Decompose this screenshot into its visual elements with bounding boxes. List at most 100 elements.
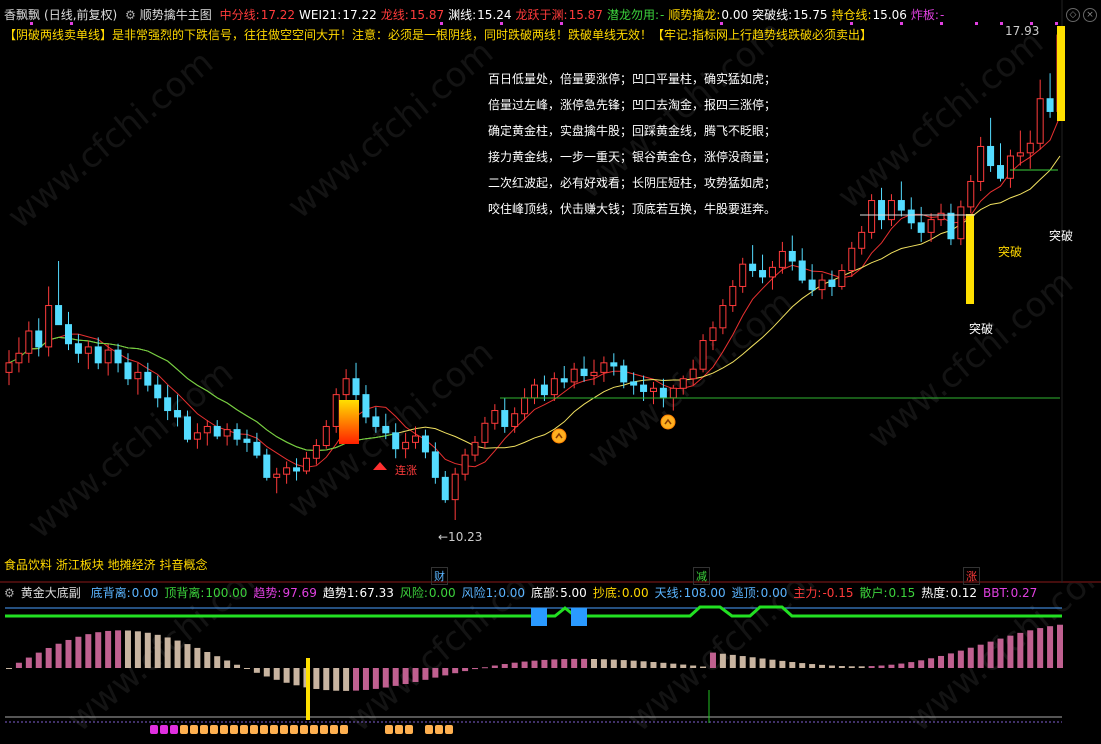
breakout-label-1: 突破	[969, 322, 994, 336]
buy-signal-icon	[551, 428, 567, 444]
settings-icon[interactable]: ⚙	[125, 8, 136, 22]
sub-bar	[164, 637, 171, 668]
sub-bar	[799, 663, 806, 668]
main-kline-chart[interactable]: www.cfchi.com www.cfchi.com www.cfchi.com w…	[0, 0, 1101, 583]
rise-marker[interactable]: 涨	[963, 567, 980, 585]
buy-signal-icon	[660, 414, 676, 430]
sub-bar	[293, 668, 300, 686]
sub-bar	[1037, 628, 1044, 668]
finance-marker[interactable]: 财	[431, 567, 448, 585]
candle	[322, 420, 330, 449]
sub-item-label: 趋势:	[253, 586, 282, 600]
sub-bar	[521, 661, 528, 668]
header-indicator-values: 中分线:17.22 WEI21:17.22 龙线:15.87 渊线:15.24 龙跃于渊…	[220, 8, 949, 22]
candle	[193, 423, 201, 449]
candle	[263, 448, 271, 481]
sub-bar	[987, 641, 994, 668]
candle	[818, 273, 826, 300]
candle	[858, 226, 866, 255]
close-icon[interactable]: ×	[1083, 8, 1097, 22]
low-price-label: ←10.23	[438, 530, 483, 544]
sub-bar	[481, 667, 488, 669]
bottom-hand-icon	[330, 725, 338, 734]
sub-item-value: 0.00	[428, 586, 456, 600]
concept-tags[interactable]: 食品饮料 浙江板块 地摊经济 抖音概念	[4, 556, 207, 573]
sub-bar	[719, 653, 726, 668]
breakout-bar	[966, 214, 974, 304]
stock-name[interactable]: 香飘飘	[4, 8, 40, 22]
candle	[917, 206, 925, 242]
sub-bar	[828, 665, 835, 668]
header-item-value: 17.22	[260, 8, 296, 22]
sub-bar	[789, 662, 796, 668]
candle	[957, 200, 965, 246]
candle	[977, 136, 985, 191]
candle	[362, 385, 370, 424]
candle	[699, 334, 707, 373]
sub-indicator-name[interactable]: 黄金大底副	[21, 586, 81, 600]
sub-item: 趋势:97.69	[253, 586, 316, 600]
signal-label: 连涨	[395, 464, 417, 477]
sub-bar	[273, 668, 280, 680]
candle	[421, 429, 429, 459]
candle	[312, 439, 320, 465]
candle	[35, 318, 43, 357]
sub-bar	[888, 664, 895, 668]
header-item-value: -	[659, 8, 665, 22]
sub-bar	[947, 653, 954, 668]
bottom-hand-icon	[395, 725, 403, 734]
period-label[interactable]: (日线,前复权)	[44, 8, 117, 22]
signal-dot	[940, 22, 943, 25]
sub-item-value: 100.00	[205, 586, 248, 600]
header-item-label: WEI21:	[299, 8, 342, 22]
sub-bar	[739, 656, 746, 668]
header-item-value: 15.87	[568, 8, 603, 22]
sub-item: 热度:0.12	[921, 586, 977, 600]
sub-bar	[353, 668, 360, 691]
sub-bar	[590, 658, 597, 668]
sub-item-label: 顶背离:	[164, 586, 205, 600]
window-ctrl-icon[interactable]: ◇	[1066, 8, 1080, 22]
sub-bar	[45, 647, 52, 668]
sub-item-label: 天线:	[654, 586, 683, 600]
sub-bar	[967, 647, 974, 668]
candle	[749, 245, 757, 277]
settings-icon[interactable]: ⚙	[4, 586, 15, 600]
candle	[45, 286, 53, 357]
candle	[55, 261, 63, 326]
candle	[203, 420, 211, 446]
bottom-hand-icon	[150, 725, 158, 734]
candle	[967, 175, 975, 214]
sub-bar	[957, 650, 964, 668]
candle	[352, 362, 360, 401]
bottom-hand-icon	[310, 725, 318, 734]
bottom-hand-icon	[405, 725, 413, 734]
sub-bar	[640, 661, 647, 668]
signal-dot	[850, 22, 853, 25]
header-item-label: 中分线:	[219, 8, 260, 22]
sub-item: 趋势1:67.33	[323, 586, 394, 600]
signal-dot	[1055, 22, 1058, 25]
candle	[1016, 130, 1024, 166]
sub-item-label: 抄底:	[592, 586, 621, 600]
sub-bar	[124, 630, 131, 668]
reduce-marker[interactable]: 减	[693, 567, 710, 585]
signal-dot	[1000, 22, 1003, 25]
sub-bar	[759, 658, 766, 668]
sub-indicator-chart[interactable]: www.cfchi.com www.cfchi.com www.cfchi.com w…	[0, 583, 1101, 744]
header-item-label: 龙跃于渊:	[515, 8, 568, 22]
rhyme-line: 倍量过左峰，涨停急先锋；凹口去淘金，报四三涨停；	[488, 98, 777, 112]
sub-item-label: BBT:	[983, 586, 1010, 600]
candle	[848, 241, 856, 277]
sub-bar	[204, 651, 211, 668]
sub-item-label: 热度:	[921, 586, 950, 600]
bottom-hand-icon	[160, 725, 168, 734]
candle	[273, 467, 281, 494]
main-indicator-name[interactable]: 顺势擒牛主图	[140, 8, 212, 22]
candle	[114, 343, 122, 373]
sub-item-value: 0.00	[131, 586, 159, 600]
bottom-hand-icon	[180, 725, 188, 734]
candle	[808, 264, 816, 296]
header-item-value: -	[939, 8, 945, 22]
candle	[491, 404, 499, 430]
